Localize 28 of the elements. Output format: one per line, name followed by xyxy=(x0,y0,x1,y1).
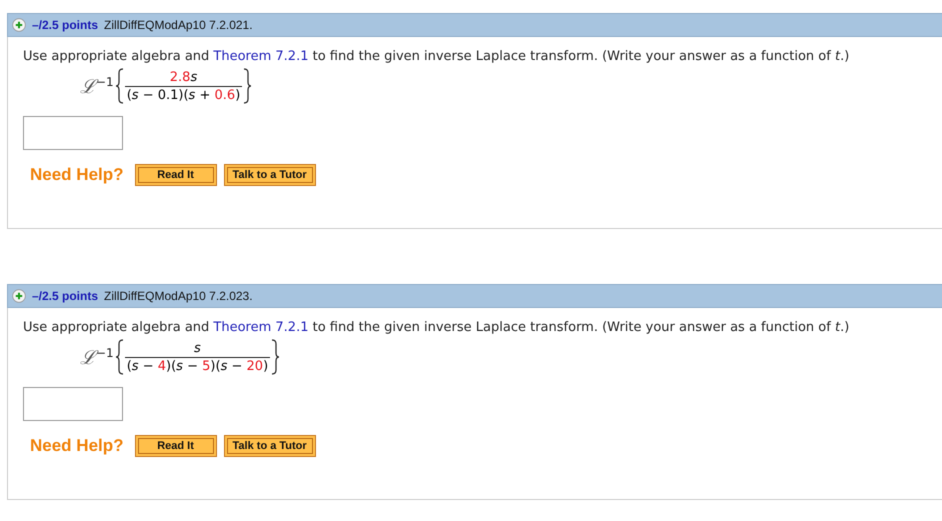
help-button[interactable]: Read It xyxy=(134,435,217,457)
need-help-label: Need Help? xyxy=(30,436,124,456)
help-button[interactable]: Talk to a Tutor xyxy=(224,435,316,457)
points-label: –/2.5 points xyxy=(32,18,98,32)
answer-field[interactable] xyxy=(23,116,123,150)
fraction-numerator: s xyxy=(124,340,270,358)
question-text: Use appropriate algebra and Theorem 7.2.1 to find the given inverse Laplace transform. (Write your answer as a function of t.) xyxy=(23,49,850,64)
laplace-operator: ℒ$^{−1}$ xyxy=(80,74,114,99)
expand-icon[interactable] xyxy=(12,18,26,32)
laplace-operator: ℒ$^{−1}$ xyxy=(80,345,114,370)
points-label: –/2.5 points xyxy=(32,289,98,303)
fraction-denominator: (s − 4)(s − 5)(s − 20) xyxy=(126,358,270,374)
answer-field[interactable] xyxy=(23,387,123,421)
need-help-label: Need Help? xyxy=(30,165,124,185)
fraction-denominator: (s − 0.1)(s + 0.6) xyxy=(126,86,242,102)
right-brace-icon xyxy=(242,68,252,104)
fraction-numerator: 2.8s xyxy=(124,70,242,86)
question-text: Use appropriate algebra and Theorem 7.2.1 to find the given inverse Laplace transform. (Write your answer as a function of t.) xyxy=(23,320,850,335)
left-brace-icon xyxy=(114,339,125,375)
help-button[interactable]: Talk to a Tutor xyxy=(224,164,316,186)
theorem-link[interactable]: Theorem 7.2.1 xyxy=(213,320,308,335)
theorem-link[interactable]: Theorem 7.2.1 xyxy=(213,49,308,64)
right-brace-icon xyxy=(270,339,280,375)
left-brace-icon xyxy=(114,68,125,104)
expand-icon[interactable] xyxy=(12,289,26,303)
question-reference: ZillDiffEQModAp10 7.2.023. xyxy=(104,289,253,303)
question-reference: ZillDiffEQModAp10 7.2.021. xyxy=(104,18,253,32)
help-button[interactable]: Read It xyxy=(134,164,217,186)
